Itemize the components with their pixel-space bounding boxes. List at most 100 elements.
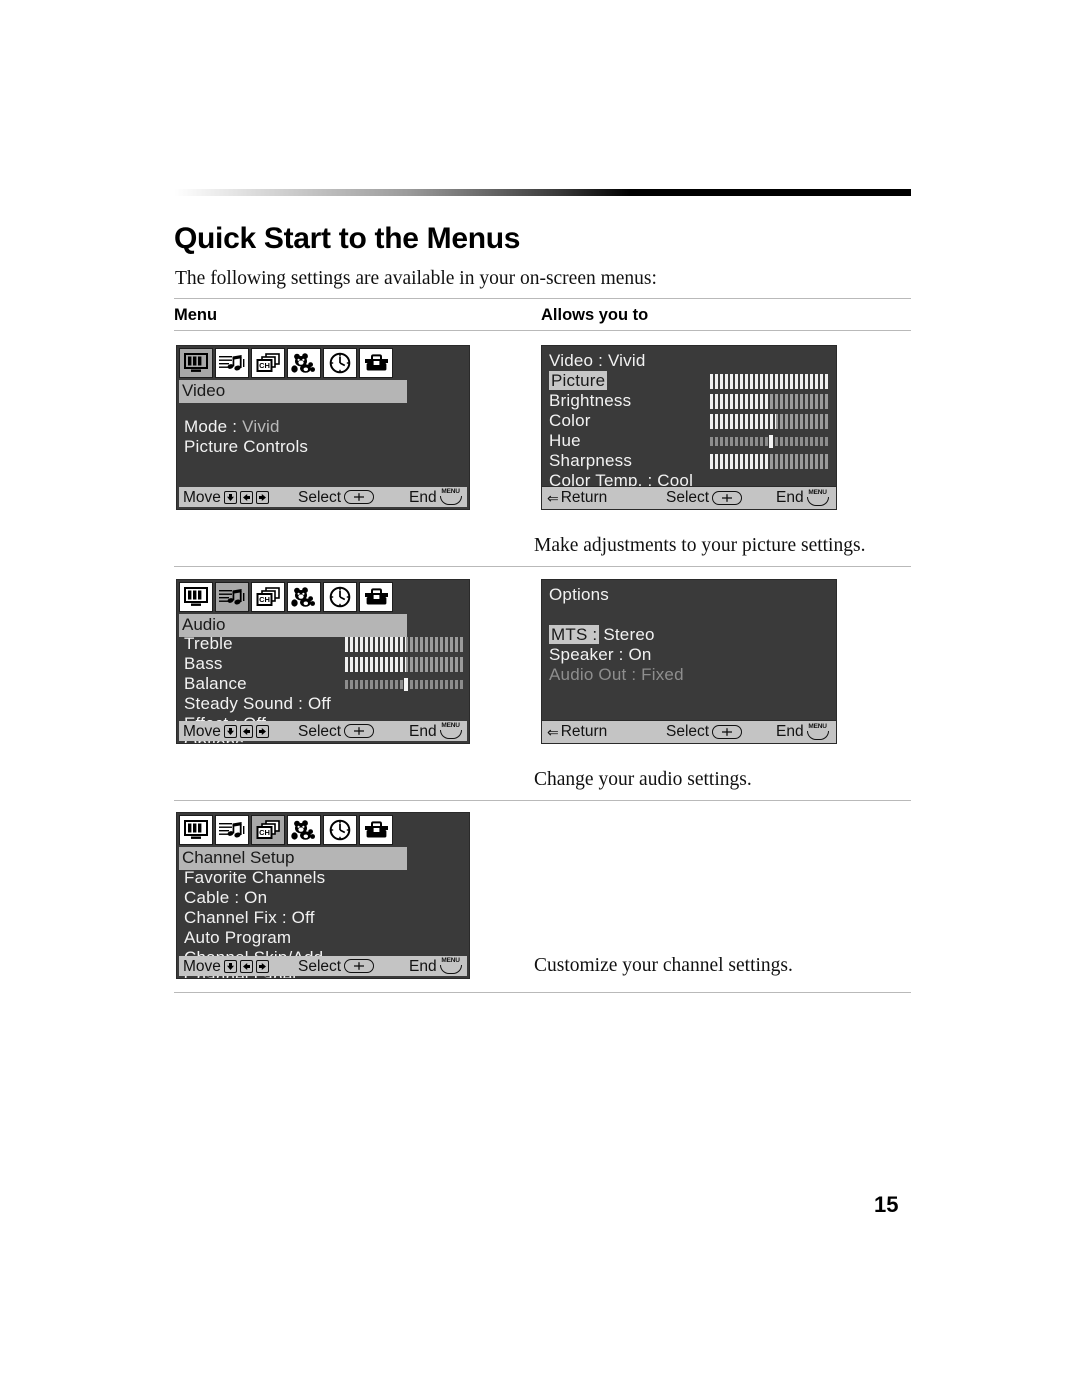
svg-text:CH: CH: [259, 828, 270, 837]
osd-picture-bar-color[interactable]: [710, 414, 828, 429]
osd-options-return-hint[interactable]: ⇐ Return: [547, 722, 607, 742]
menu-button-icon[interactable]: MENU: [439, 488, 462, 505]
osd-video-row-mode[interactable]: Mode : Vivid: [184, 417, 280, 437]
clock-icon[interactable]: [323, 348, 357, 378]
osd-options-row-mts[interactable]: MTS : Stereo: [549, 625, 655, 645]
joystick-icon[interactable]: [344, 490, 375, 504]
clock-icon[interactable]: [323, 815, 357, 845]
osd-picture-row-color[interactable]: Color: [549, 411, 591, 431]
osd-video-icon-strip[interactable]: CH: [179, 348, 393, 378]
arrow-left-icon[interactable]: [239, 959, 253, 973]
osd-audio-row-balance[interactable]: Balance: [184, 674, 247, 694]
osd-options-end-hint: End MENU: [776, 722, 829, 742]
menu-cap-label: MENU: [441, 722, 460, 729]
menu-button-icon[interactable]: MENU: [806, 723, 829, 740]
osd-audio-row-treble[interactable]: Treble: [184, 634, 233, 654]
toolbox-icon[interactable]: [359, 582, 393, 612]
osd-video-row-mode-label: Mode :: [184, 417, 243, 436]
osd-picture-return-hint[interactable]: ⇐ Return: [547, 488, 607, 508]
intro-text: The following settings are available in …: [175, 268, 657, 289]
osd-channel-end-hint: End MENU: [409, 956, 462, 976]
menu-button-icon[interactable]: MENU: [439, 957, 462, 974]
menu-cap-label: MENU: [808, 489, 827, 496]
table-row-rule-1: [174, 566, 911, 567]
arrow-down-icon[interactable]: [223, 724, 237, 738]
bar-fill: [345, 657, 407, 672]
osd-channel-icon-strip[interactable]: CH: [179, 815, 393, 845]
bar-fill: [710, 394, 769, 409]
osd-channel-row-channel-fix[interactable]: Channel Fix : Off: [184, 908, 315, 928]
osd-picture-bar-picture[interactable]: [710, 374, 828, 389]
osd-picture-bar-brightness[interactable]: [710, 394, 828, 409]
column-header-menu: Menu: [174, 306, 218, 324]
bar-fill: [710, 374, 828, 389]
osd-channel-row-favorite[interactable]: Favorite Channels: [184, 868, 325, 888]
end-label: End: [776, 723, 804, 740]
music-note-icon[interactable]: [215, 582, 249, 612]
bar-fill: [710, 414, 777, 429]
osd-audio-footer: Move Select End MENU: [179, 721, 467, 741]
channel-cards-icon[interactable]: CH: [251, 582, 285, 612]
osd-video-row-picture-controls[interactable]: Picture Controls: [184, 437, 308, 457]
osd-audio-bar-bass[interactable]: [345, 657, 463, 672]
menu-button-icon[interactable]: MENU: [439, 722, 462, 739]
arrow-down-icon[interactable]: [223, 490, 237, 504]
table-top-rule: [174, 298, 911, 299]
select-label: Select: [298, 488, 342, 506]
osd-picture-footer: ⇐ Return Select End MENU: [541, 486, 837, 510]
osd-channel-row-auto-program[interactable]: Auto Program: [184, 928, 291, 948]
osd-picture-row-picture[interactable]: Picture: [549, 371, 608, 391]
osd-picture-header: Video : Vivid: [549, 351, 646, 370]
channel-cards-icon[interactable]: CH: [251, 348, 285, 378]
osd-options-row-mts-label: MTS :: [549, 625, 600, 644]
tv-icon[interactable]: [179, 348, 213, 378]
osd-options-row-speaker[interactable]: Speaker : On: [549, 645, 652, 665]
osd-audio-row-bass[interactable]: Bass: [184, 654, 223, 674]
return-label: Return: [560, 723, 608, 740]
teddy-bear-icon[interactable]: [287, 582, 321, 612]
osd-picture-row-hue[interactable]: Hue: [549, 431, 581, 451]
channel-cards-icon[interactable]: CH: [251, 815, 285, 845]
music-note-icon[interactable]: [215, 348, 249, 378]
osd-audio-row-steady-sound[interactable]: Steady Sound : Off: [184, 694, 331, 714]
joystick-icon[interactable]: [344, 959, 375, 973]
osd-channel-row-cable[interactable]: Cable : On: [184, 888, 267, 908]
osd-audio-bar-treble[interactable]: [345, 637, 463, 652]
osd-picture-select-hint: Select: [666, 488, 743, 508]
osd-audio-bar-balance[interactable]: [345, 678, 463, 691]
table-row-rule-2: [174, 800, 911, 801]
osd-options-header: Options: [549, 585, 609, 604]
document-page: Quick Start to the Menus The following s…: [0, 0, 1080, 1397]
osd-channel-move-hint: Move: [183, 956, 269, 976]
toolbox-icon[interactable]: [359, 348, 393, 378]
teddy-bear-icon[interactable]: [287, 815, 321, 845]
tv-icon[interactable]: [179, 582, 213, 612]
toolbox-icon[interactable]: [359, 815, 393, 845]
arrow-left-icon[interactable]: [239, 490, 253, 504]
arrow-down-icon[interactable]: [223, 959, 237, 973]
menu-button-icon[interactable]: MENU: [806, 489, 829, 506]
osd-picture-row-sharpness[interactable]: Sharpness: [549, 451, 632, 471]
osd-picture-bar-hue[interactable]: [710, 435, 828, 448]
arrow-right-icon[interactable]: [255, 490, 269, 504]
osd-channel-select-hint: Select: [298, 956, 375, 976]
tv-icon[interactable]: [179, 815, 213, 845]
joystick-icon[interactable]: [712, 491, 743, 505]
header-gradient-rule: [174, 189, 911, 196]
osd-picture-bar-sharpness[interactable]: [710, 454, 828, 469]
osd-audio-icon-strip[interactable]: CH: [179, 582, 393, 612]
joystick-icon[interactable]: [712, 725, 743, 739]
arrow-right-icon[interactable]: [255, 959, 269, 973]
arrow-left-icon[interactable]: [239, 724, 253, 738]
music-note-icon[interactable]: [215, 815, 249, 845]
teddy-bear-icon[interactable]: [287, 348, 321, 378]
osd-options-footer: ⇐ Return Select End MENU: [541, 720, 837, 744]
bar-fill: [345, 637, 407, 652]
joystick-icon[interactable]: [344, 724, 375, 738]
osd-video-end-hint: End MENU: [409, 487, 462, 507]
move-label: Move: [183, 957, 221, 975]
clock-icon[interactable]: [323, 582, 357, 612]
arrow-right-icon[interactable]: [255, 724, 269, 738]
osd-picture-row-brightness[interactable]: Brightness: [549, 391, 631, 411]
move-label: Move: [183, 488, 221, 506]
